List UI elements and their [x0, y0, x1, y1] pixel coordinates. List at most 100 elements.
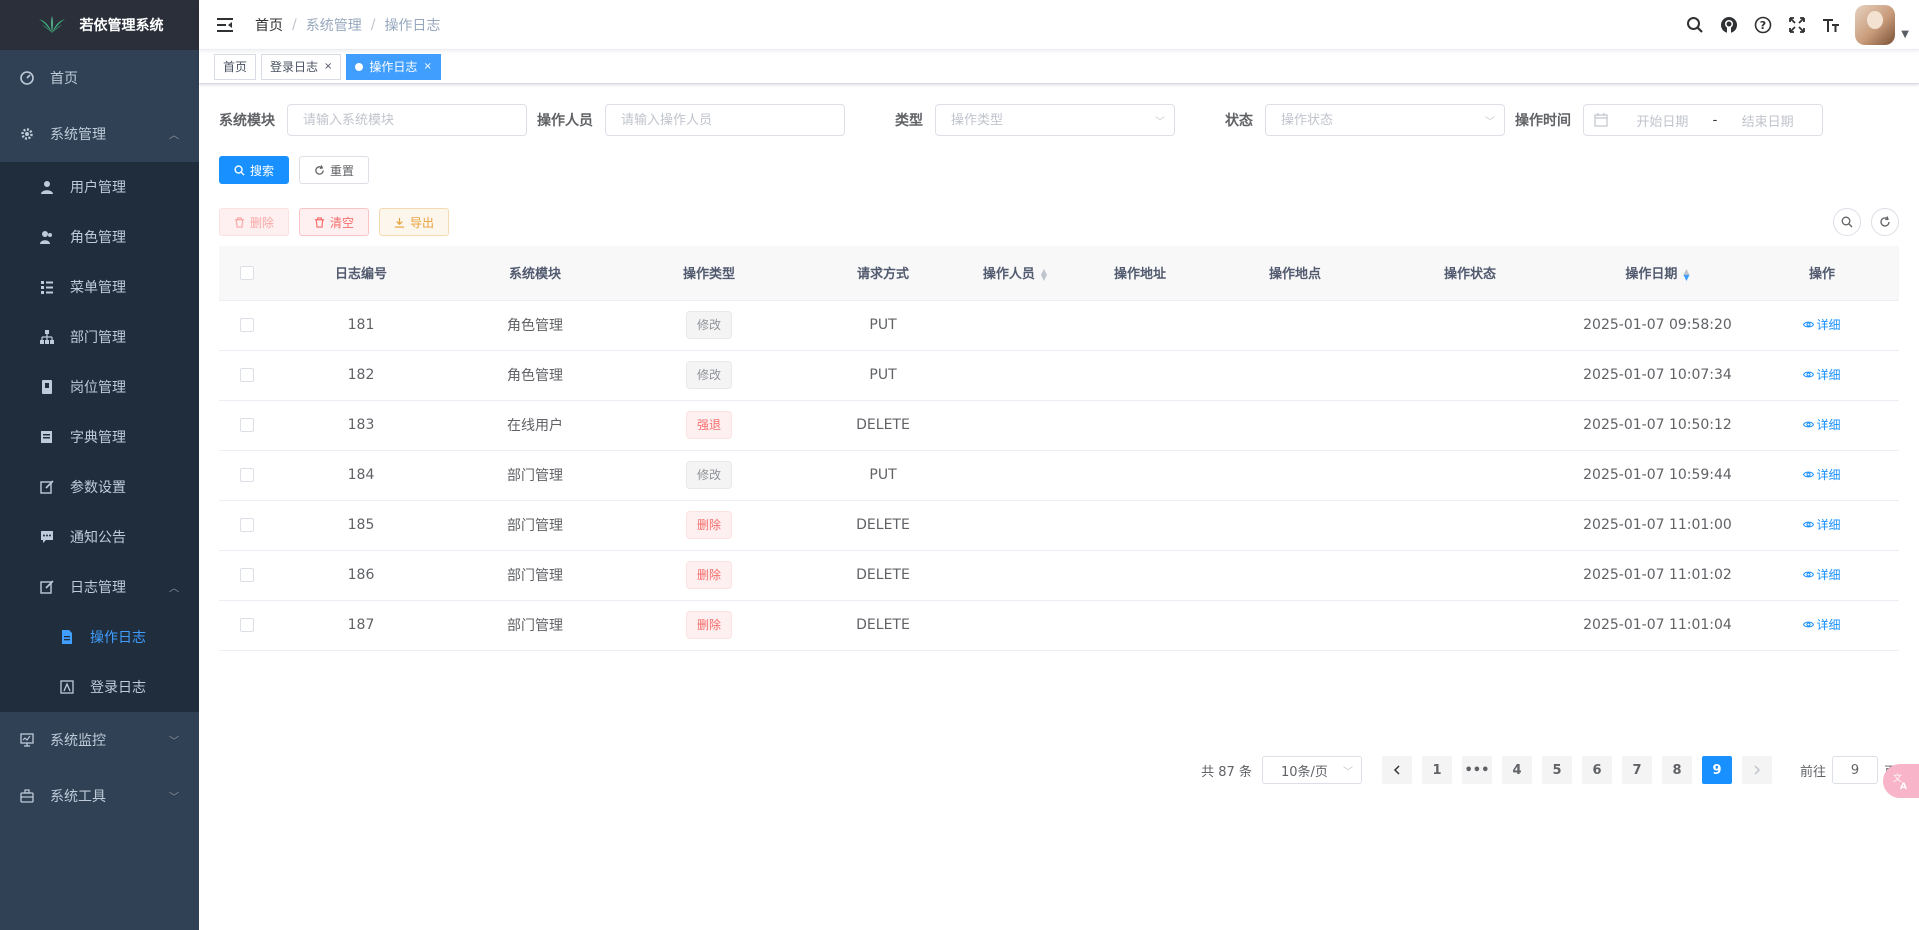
- sidebar-item-menus[interactable]: 菜单管理: [0, 262, 199, 312]
- user-icon: [40, 180, 54, 194]
- export-button[interactable]: 导出: [379, 208, 450, 236]
- detail-button[interactable]: 详细: [1803, 316, 1841, 333]
- translate-button[interactable]: 文A: [1883, 764, 1919, 798]
- translate-icon: 文A: [1893, 772, 1907, 790]
- detail-button[interactable]: 详细: [1803, 416, 1841, 433]
- status-select-input[interactable]: [1265, 104, 1505, 136]
- page-size-select[interactable]: 10条/页 ﹀: [1261, 756, 1362, 784]
- sidebar-item-monitor[interactable]: 系统监控 ﹀: [0, 712, 199, 768]
- clear-button[interactable]: 清空: [299, 208, 370, 236]
- fullscreen-icon[interactable]: [1787, 15, 1807, 35]
- sidebar-item-label: 首页: [50, 71, 78, 87]
- table-row[interactable]: 181 角色管理 修改 PUT 2025-01-07 09:58:20 详细: [219, 300, 1899, 351]
- sidebar-item-notice[interactable]: 通知公告: [0, 512, 199, 562]
- reset-button[interactable]: 重置: [299, 156, 370, 184]
- pager-number[interactable]: 1: [1421, 756, 1452, 784]
- type-select[interactable]: ﹀: [935, 104, 1175, 136]
- detail-button[interactable]: 详细: [1803, 466, 1841, 483]
- sidebar-item-roles[interactable]: 角色管理: [0, 212, 199, 262]
- row-checkbox[interactable]: [239, 568, 254, 582]
- sidebar-item-depts[interactable]: 部门管理: [0, 312, 199, 362]
- cell-ip: [1060, 450, 1220, 501]
- form-item-type: 类型 ﹀: [855, 104, 1175, 136]
- sidebar-item-posts[interactable]: 岗位管理: [0, 362, 199, 412]
- tag-home[interactable]: 首页: [214, 53, 257, 80]
- row-checkbox[interactable]: [239, 618, 254, 632]
- pager-number[interactable]: 4: [1501, 756, 1532, 784]
- toggle-search-button[interactable]: [1833, 208, 1861, 236]
- detail-button[interactable]: 详细: [1803, 616, 1841, 633]
- tag-logininfor[interactable]: 登录日志 ×: [261, 53, 342, 80]
- row-checkbox[interactable]: [239, 318, 254, 332]
- caret-down-icon[interactable]: ▼: [1901, 29, 1909, 40]
- table-row[interactable]: 183 在线用户 强退 DELETE 2025-01-07 10:50:12 详细: [219, 400, 1899, 451]
- table-row[interactable]: 187 部门管理 删除 DELETE 2025-01-07 11:01:04 详细: [219, 600, 1899, 651]
- detail-button[interactable]: 详细: [1803, 366, 1841, 383]
- type-tag: 修改: [685, 461, 732, 489]
- operator-input[interactable]: [605, 104, 845, 136]
- close-icon[interactable]: ×: [324, 55, 332, 79]
- pager-number[interactable]: 6: [1581, 756, 1612, 784]
- sidebar-item-log[interactable]: 日志管理 ︿: [0, 562, 199, 612]
- header-date-cell[interactable]: 操作日期 ▲ ▼: [1570, 246, 1745, 301]
- github-icon[interactable]: [1719, 15, 1739, 35]
- logo[interactable]: 若依管理系统: [0, 0, 199, 50]
- sidebar-item-tools[interactable]: 系统工具 ﹀: [0, 768, 199, 824]
- sidebar-item-dicts[interactable]: 字典管理: [0, 412, 199, 462]
- next-page-button[interactable]: [1741, 756, 1772, 784]
- breadcrumb: 首页 / 系统管理 / 操作日志: [255, 15, 440, 35]
- status-select[interactable]: ﹀: [1265, 104, 1505, 136]
- refresh-icon: [1880, 216, 1890, 227]
- breadcrumb-home[interactable]: 首页: [255, 15, 283, 35]
- sidebar-item-config[interactable]: 参数设置: [0, 462, 199, 512]
- row-checkbox[interactable]: [239, 468, 254, 482]
- header-status: 操作状态: [1370, 246, 1570, 301]
- sidebar-item-home[interactable]: 首页: [0, 50, 199, 106]
- sort-icon[interactable]: ▲ ▼: [1683, 267, 1689, 281]
- pager-ellipsis[interactable]: •••: [1461, 756, 1492, 784]
- table-row[interactable]: 185 部门管理 删除 DELETE 2025-01-07 11:01:00 详细: [219, 500, 1899, 551]
- sidebar-item-operlog[interactable]: 操作日志: [0, 612, 199, 662]
- end-date-input[interactable]: 结束日期: [1723, 111, 1812, 130]
- row-checkbox[interactable]: [239, 418, 254, 432]
- module-input[interactable]: [287, 104, 527, 136]
- date-range-picker[interactable]: 开始日期 - 结束日期: [1583, 104, 1823, 136]
- header-operator-cell[interactable]: 操作人员 ▲ ▼: [970, 246, 1060, 301]
- refresh-button[interactable]: [1871, 208, 1899, 236]
- type-select-input[interactable]: [935, 104, 1175, 136]
- detail-button[interactable]: 详细: [1803, 566, 1841, 583]
- hamburger-icon[interactable]: [215, 15, 235, 35]
- sidebar-item-logininfor[interactable]: 登录日志: [0, 662, 199, 712]
- header-location: 操作地点: [1220, 246, 1370, 301]
- row-select-cell: [219, 400, 274, 451]
- active-dot-icon: [355, 62, 364, 71]
- sort-icon[interactable]: ▲ ▼: [1041, 267, 1047, 281]
- select-all-checkbox[interactable]: [239, 265, 254, 280]
- row-checkbox[interactable]: [239, 518, 254, 532]
- detail-label: 详细: [1816, 318, 1841, 332]
- pager-number[interactable]: 5: [1541, 756, 1572, 784]
- pager-number[interactable]: 7: [1621, 756, 1652, 784]
- question-icon[interactable]: ?: [1753, 15, 1773, 35]
- sidebar-item-system[interactable]: 系统管理 ︿: [0, 106, 199, 162]
- cell-id: 184: [274, 450, 448, 501]
- sidebar-item-users[interactable]: 用户管理: [0, 162, 199, 212]
- close-icon[interactable]: ×: [423, 55, 431, 79]
- font-size-icon[interactable]: [1821, 15, 1841, 35]
- row-checkbox[interactable]: [239, 368, 254, 382]
- cell-location: [1220, 350, 1370, 401]
- search-button[interactable]: 搜索: [219, 156, 290, 184]
- detail-button[interactable]: 详细: [1803, 516, 1841, 533]
- avatar[interactable]: [1855, 5, 1896, 45]
- delete-button[interactable]: 删除: [219, 208, 290, 236]
- pager-number[interactable]: 8: [1661, 756, 1692, 784]
- goto-page-input[interactable]: [1831, 756, 1878, 784]
- table-row[interactable]: 186 部门管理 删除 DELETE 2025-01-07 11:01:02 详细: [219, 550, 1899, 601]
- table-row[interactable]: 182 角色管理 修改 PUT 2025-01-07 10:07:34 详细: [219, 350, 1899, 401]
- pager-number[interactable]: 9: [1701, 756, 1732, 784]
- start-date-input[interactable]: 开始日期: [1618, 111, 1707, 130]
- prev-page-button[interactable]: [1381, 756, 1412, 784]
- tag-operlog[interactable]: 操作日志 ×: [346, 53, 441, 80]
- table-row[interactable]: 184 部门管理 修改 PUT 2025-01-07 10:59:44 详细: [219, 450, 1899, 501]
- search-icon[interactable]: [1685, 15, 1705, 35]
